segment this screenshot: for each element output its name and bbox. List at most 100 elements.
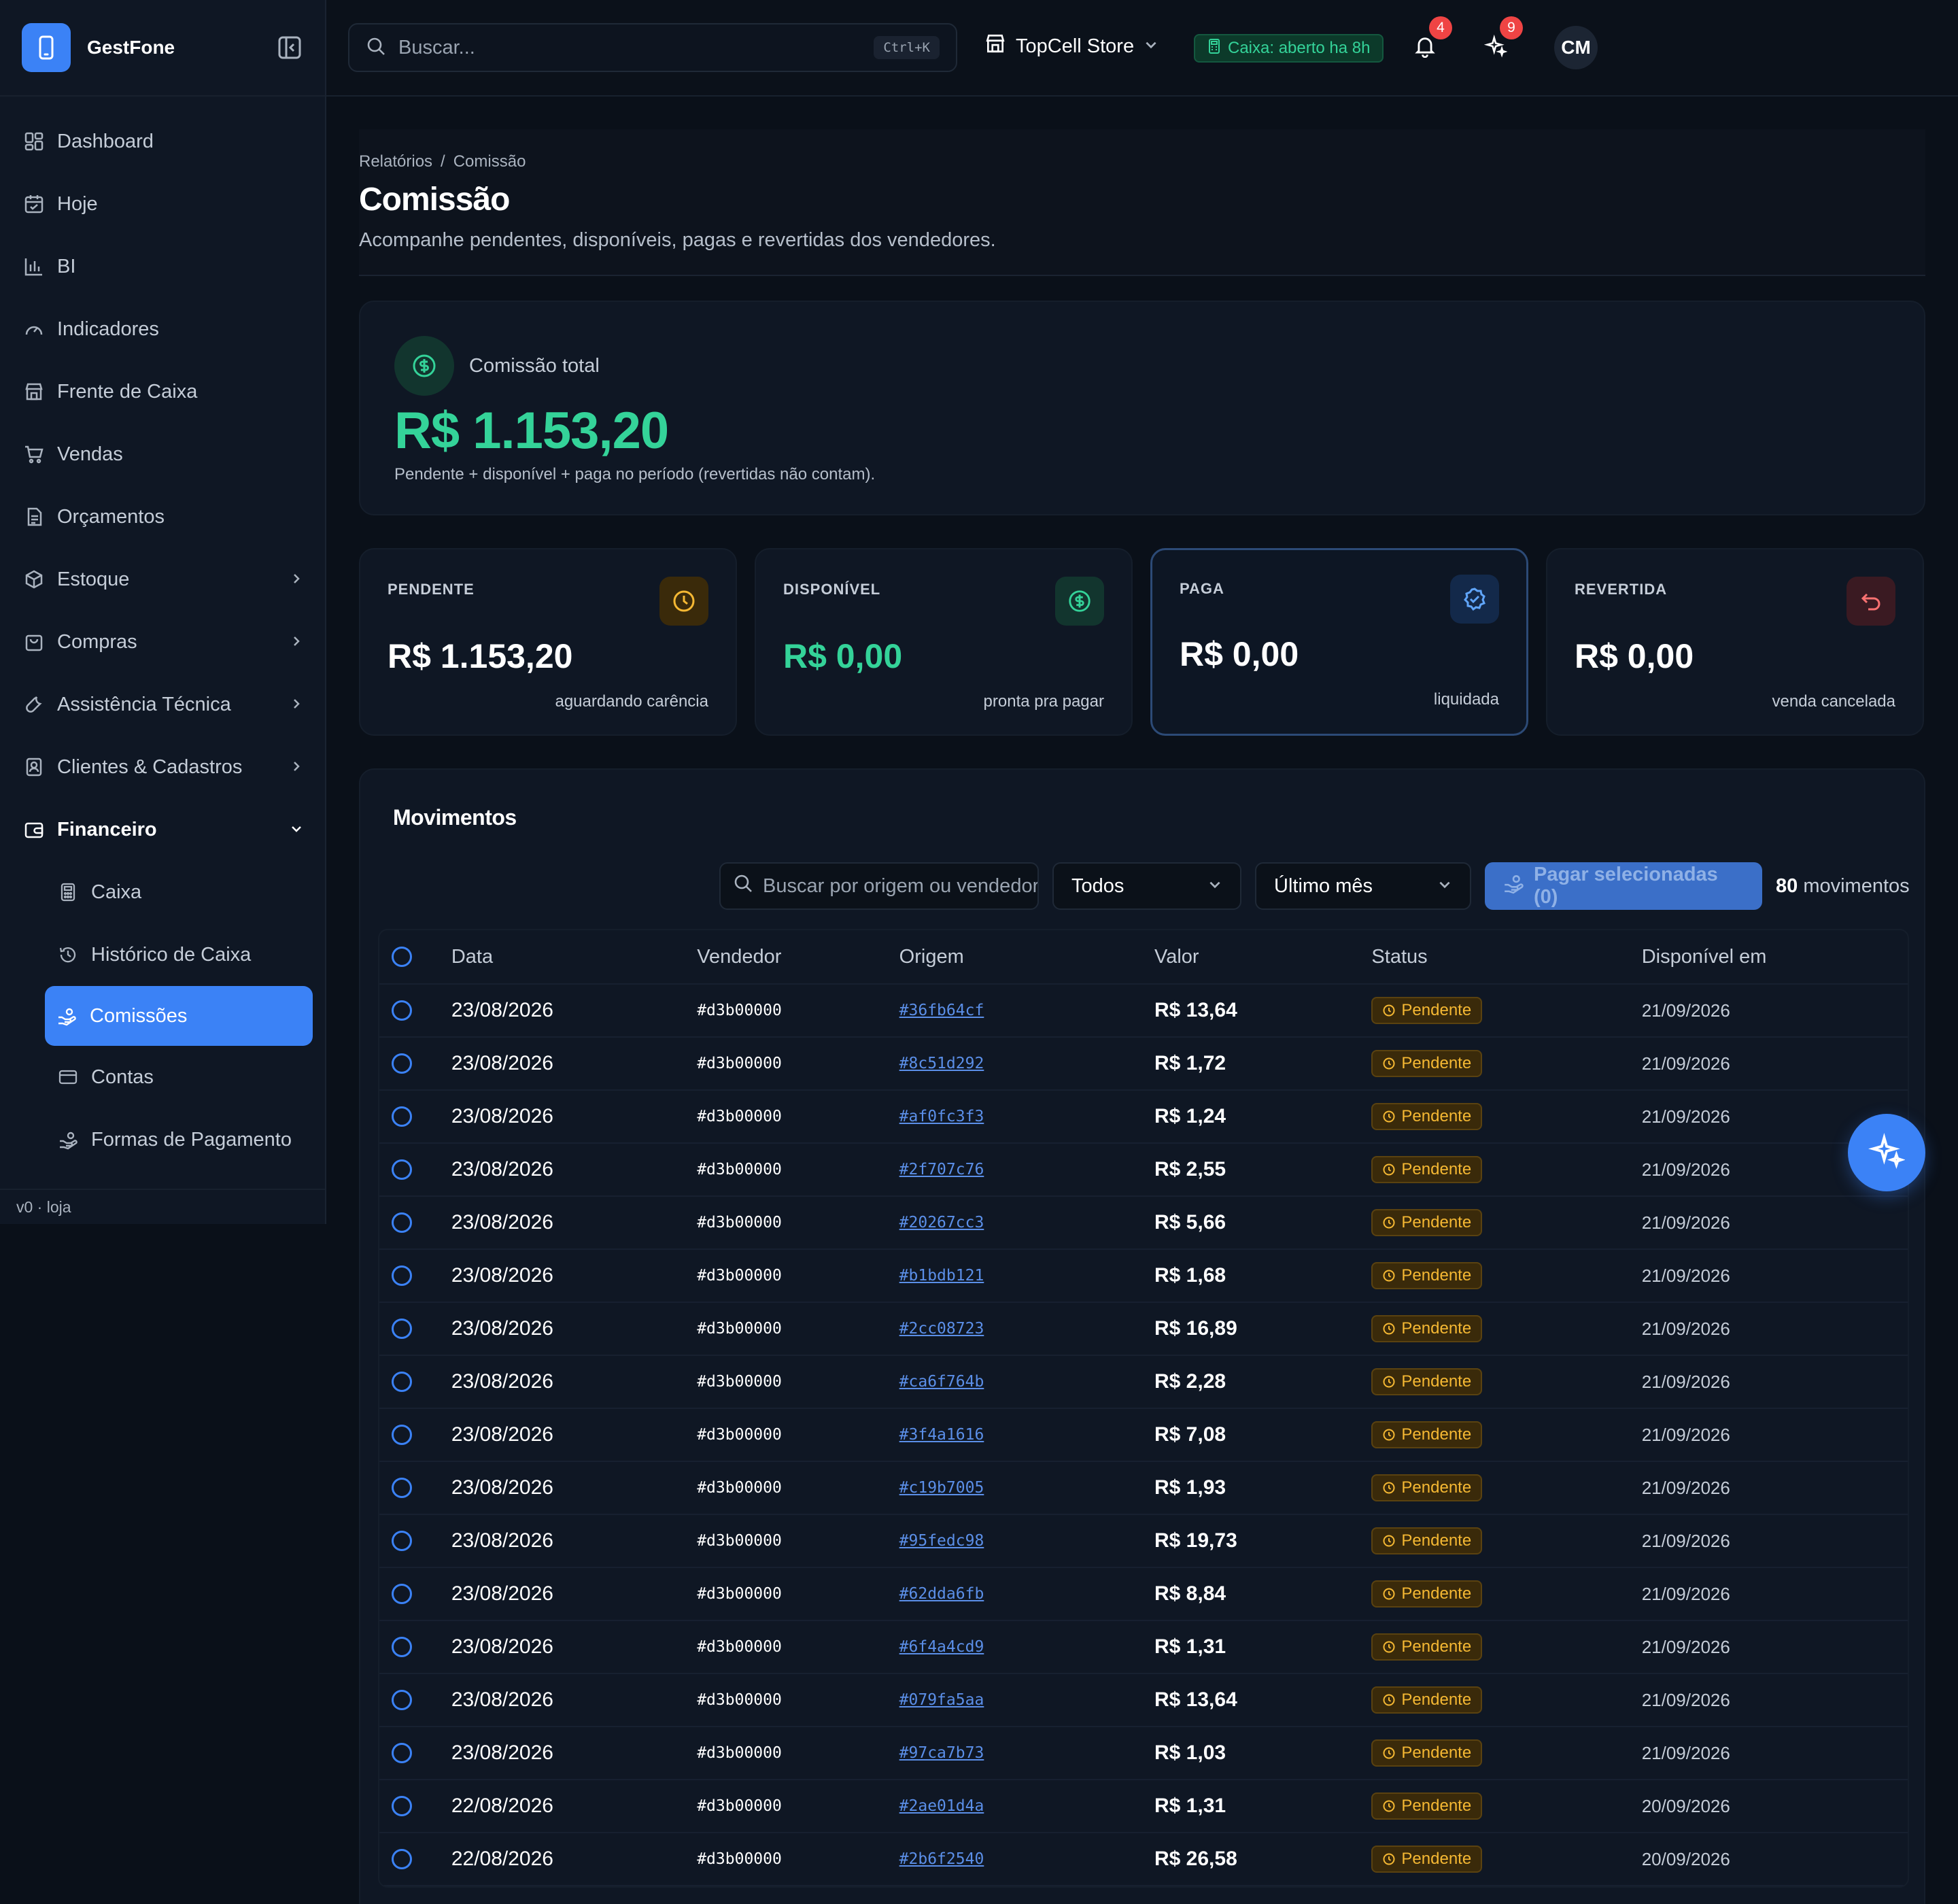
row-select-checkbox[interactable]: [392, 1319, 412, 1339]
sidebar-item-orcamentos[interactable]: Orçamentos: [0, 486, 325, 548]
sidebar-item-vendas[interactable]: Vendas: [0, 423, 325, 486]
cell-origin-link[interactable]: #af0fc3f3: [899, 1108, 1154, 1125]
row-select-checkbox[interactable]: [392, 1265, 412, 1286]
sidebar-item-assistencia-tecnica[interactable]: Assistência Técnica: [0, 673, 325, 736]
row-select-checkbox[interactable]: [392, 1690, 412, 1710]
table-row[interactable]: 23/08/2026 #d3b00000 #af0fc3f3 R$ 1,24 Pende…: [379, 1091, 1908, 1144]
sidebar-subitem-formas-de-pagamento[interactable]: Formas de Pagamento: [0, 1108, 325, 1171]
kpi-disponivel[interactable]: DISPONÍVEL R$ 0,00 pronta pra pagar: [755, 548, 1133, 736]
table-row[interactable]: 23/08/2026 #d3b00000 #079fa5aa R$ 13,64 Pend…: [379, 1674, 1908, 1727]
row-select-checkbox[interactable]: [392, 1000, 412, 1021]
cell-seller: #d3b00000: [697, 1691, 782, 1709]
table-row[interactable]: 23/08/2026 #d3b00000 #36fb64cf R$ 13,64 Pend…: [379, 985, 1908, 1038]
table-row[interactable]: 23/08/2026 #d3b00000 #62dda6fb R$ 8,84 Pende…: [379, 1568, 1908, 1621]
ai-assistant-button[interactable]: 9: [1478, 16, 1523, 65]
cash-status-badge[interactable]: Caixa: aberto ha 8h: [1194, 34, 1384, 63]
cell-origin-link[interactable]: #079fa5aa: [899, 1691, 1154, 1709]
sidebar-item-estoque[interactable]: Estoque: [0, 548, 325, 611]
cell-origin-link[interactable]: #ca6f764b: [899, 1373, 1154, 1391]
cell-origin-link[interactable]: #62dda6fb: [899, 1585, 1154, 1603]
movements-search[interactable]: Buscar por origem ou vendedor: [719, 862, 1039, 910]
table-row[interactable]: 22/08/2026 #d3b00000 #2b6f2540 R$ 26,58 Pend…: [379, 1833, 1908, 1886]
kpi-revertida[interactable]: REVERTIDA R$ 0,00 venda cancelada: [1546, 548, 1924, 736]
cell-origin-link[interactable]: #2ae01d4a: [899, 1797, 1154, 1815]
sidebar-subitem-contas[interactable]: Contas: [0, 1046, 325, 1108]
table-row[interactable]: 23/08/2026 #d3b00000 #2f707c76 R$ 2,55 Pende…: [379, 1144, 1908, 1197]
sidebar-subitem-comissoes[interactable]: Comissões: [45, 986, 313, 1046]
row-select-checkbox[interactable]: [392, 1159, 412, 1180]
row-select-checkbox[interactable]: [392, 1053, 412, 1074]
row-select-checkbox[interactable]: [392, 1425, 412, 1445]
history-icon: [56, 942, 80, 967]
row-select-checkbox[interactable]: [392, 1531, 412, 1551]
table-row[interactable]: 23/08/2026 #d3b00000 #b1bdb121 R$ 1,68 Pende…: [379, 1250, 1908, 1303]
sidebar-subitem-historico-de-caixa[interactable]: Histórico de Caixa: [0, 923, 325, 986]
cell-origin-link[interactable]: #95fedc98: [899, 1532, 1154, 1550]
cell-origin-link[interactable]: #36fb64cf: [899, 1002, 1154, 1019]
row-select-checkbox[interactable]: [392, 1478, 412, 1498]
table-row[interactable]: 23/08/2026 #d3b00000 #ca6f764b R$ 2,28 Pende…: [379, 1356, 1908, 1409]
sidebar-collapse-icon[interactable]: [276, 34, 303, 61]
sidebar-item-dashboard[interactable]: Dashboard: [0, 110, 325, 173]
cell-origin-link[interactable]: #2f707c76: [899, 1161, 1154, 1178]
movements-search-input[interactable]: Buscar por origem ou vendedor: [763, 875, 1037, 898]
sidebar-item-clientes-cadastros[interactable]: Clientes & Cadastros: [0, 736, 325, 798]
cell-origin-link[interactable]: #2b6f2540: [899, 1850, 1154, 1868]
table-row[interactable]: 23/08/2026 #d3b00000 #6f4a4cd9 R$ 1,31 Pende…: [379, 1621, 1908, 1674]
period-filter-select[interactable]: Último mês: [1255, 862, 1471, 910]
table-row[interactable]: 23/08/2026 #d3b00000 #20267cc3 R$ 5,66 Pende…: [379, 1197, 1908, 1250]
column-header-disponivel-em[interactable]: Disponível em: [1642, 946, 1908, 968]
notifications-button[interactable]: 4: [1407, 16, 1452, 65]
cell-origin-link[interactable]: #2cc08723: [899, 1320, 1154, 1338]
row-select-cell: [379, 1478, 451, 1498]
store-selector[interactable]: TopCell Store: [984, 33, 1158, 60]
row-select-checkbox[interactable]: [392, 1372, 412, 1392]
cell-origin-link[interactable]: #3f4a1616: [899, 1426, 1154, 1444]
table-row[interactable]: 23/08/2026 #d3b00000 #97ca7b73 R$ 1,03 Pende…: [379, 1727, 1908, 1780]
row-select-cell: [379, 1265, 451, 1286]
sidebar-item-indicadores[interactable]: Indicadores: [0, 298, 325, 360]
sidebar-item-hoje[interactable]: Hoje: [0, 173, 325, 235]
column-header-status[interactable]: Status: [1371, 946, 1641, 968]
cell-origin-link[interactable]: #6f4a4cd9: [899, 1638, 1154, 1656]
table-row[interactable]: 22/08/2026 #d3b00000 #2ae01d4a R$ 1,31 Pende…: [379, 1780, 1908, 1833]
pay-selected-label: Pagar selecionadas (0): [1534, 864, 1718, 908]
sidebar-item-bi[interactable]: BI: [0, 235, 325, 298]
row-select-checkbox[interactable]: [392, 1849, 412, 1869]
cell-origin-link[interactable]: #b1bdb121: [899, 1267, 1154, 1285]
table-row[interactable]: 23/08/2026 #d3b00000 #2cc08723 R$ 16,89 Pend…: [379, 1303, 1908, 1356]
search-input[interactable]: Buscar...: [398, 37, 475, 59]
kpi-pendente[interactable]: PENDENTE R$ 1.153,20 aguardando carência: [359, 548, 737, 736]
table-row[interactable]: 23/08/2026 #d3b00000 #3f4a1616 R$ 7,08 Pende…: [379, 1409, 1908, 1462]
kpi-paga[interactable]: PAGA R$ 0,00 liquidada: [1150, 548, 1528, 736]
row-select-checkbox[interactable]: [392, 1796, 412, 1816]
table-row[interactable]: 23/08/2026 #d3b00000 #c19b7005 R$ 1,93 Pende…: [379, 1462, 1908, 1515]
status-filter-select[interactable]: Todos: [1052, 862, 1241, 910]
breadcrumb-parent[interactable]: Relatórios: [359, 152, 432, 171]
avatar[interactable]: CM: [1554, 26, 1598, 69]
sidebar-item-frente-de-caixa[interactable]: Frente de Caixa: [0, 360, 325, 423]
sidebar-item-compras[interactable]: Compras: [0, 611, 325, 673]
row-select-checkbox[interactable]: [392, 1637, 412, 1657]
row-select-checkbox[interactable]: [392, 1743, 412, 1763]
column-header-vendedor[interactable]: Vendedor: [697, 946, 899, 968]
row-select-checkbox[interactable]: [392, 1212, 412, 1233]
sidebar-item-financeiro[interactable]: Financeiro: [0, 798, 325, 861]
cell-origin-link[interactable]: #8c51d292: [899, 1055, 1154, 1072]
table-row[interactable]: 23/08/2026 #d3b00000 #8c51d292 R$ 1,72 Pende…: [379, 1038, 1908, 1091]
cell-origin-link[interactable]: #20267cc3: [899, 1214, 1154, 1231]
pay-selected-button[interactable]: Pagar selecionadas (0): [1485, 862, 1762, 910]
column-header-data[interactable]: Data: [451, 946, 697, 968]
sidebar-subitem-caixa[interactable]: Caixa: [0, 861, 325, 923]
cell-origin-link[interactable]: #c19b7005: [899, 1479, 1154, 1497]
global-search[interactable]: Buscar... Ctrl+K: [348, 23, 957, 72]
column-header-valor[interactable]: Valor: [1154, 946, 1371, 968]
ai-assistant-fab[interactable]: [1848, 1114, 1925, 1191]
column-header-origem[interactable]: Origem: [899, 946, 1154, 968]
row-select-checkbox[interactable]: [392, 1106, 412, 1127]
cell-origin-link[interactable]: #97ca7b73: [899, 1744, 1154, 1762]
row-select-cell: [379, 1159, 451, 1180]
row-select-checkbox[interactable]: [392, 1584, 412, 1604]
table-row[interactable]: 23/08/2026 #d3b00000 #95fedc98 R$ 19,73 Pend…: [379, 1515, 1908, 1568]
select-all-checkbox[interactable]: [392, 947, 412, 967]
